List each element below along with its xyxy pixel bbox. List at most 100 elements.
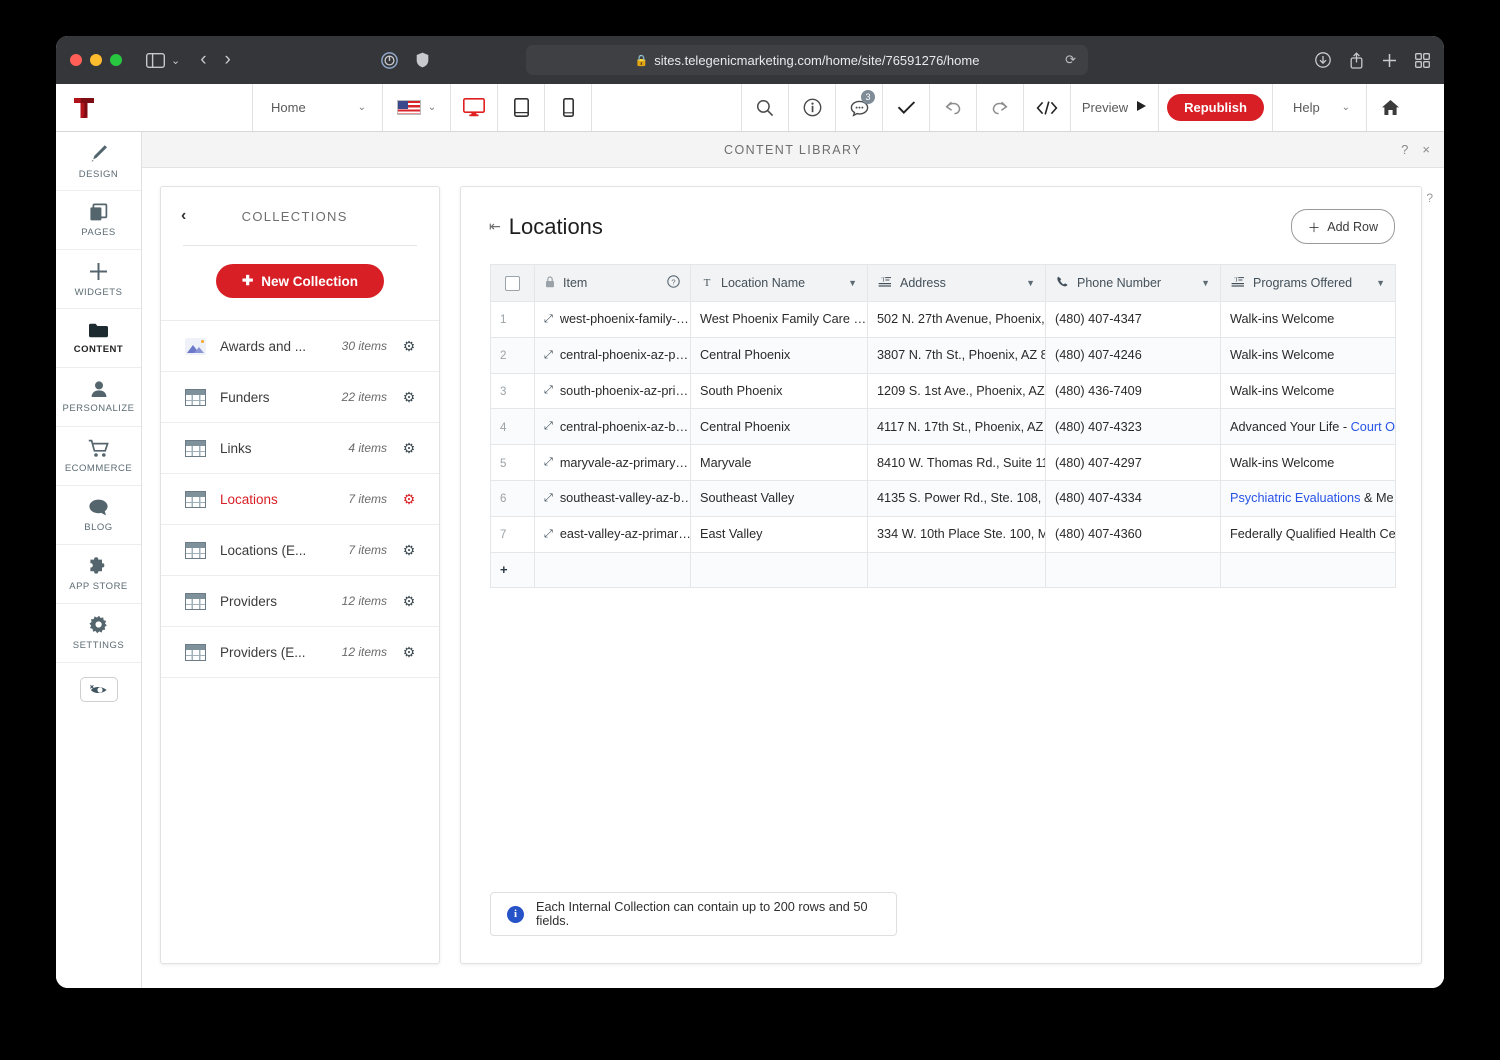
device-tablet-button[interactable] [498, 84, 545, 131]
preview-button[interactable]: Preview [1071, 84, 1159, 131]
redo-icon[interactable] [977, 84, 1024, 131]
cell-item[interactable]: ⤢ east-valley-az-primar… [534, 515, 691, 553]
sidebar-item-pages[interactable]: PAGES [56, 191, 141, 250]
list-item[interactable]: Links 4 items ⚙ [161, 423, 439, 474]
select-all-header[interactable] [490, 264, 535, 302]
sidebar-item-design[interactable]: DESIGN [56, 132, 141, 191]
list-item[interactable]: Awards and ... 30 items ⚙ [161, 321, 439, 372]
new-collection-button[interactable]: ✚ New Collection [215, 264, 385, 298]
sidebar-item-blog[interactable]: BLOG [56, 486, 141, 545]
cell-programs[interactable]: Advanced Your Life - Court Oı [1220, 408, 1396, 446]
expand-row-icon[interactable]: ⤢ [544, 349, 553, 362]
cell-item[interactable]: ⤢ south-phoenix-az-pri… [534, 372, 691, 410]
expand-row-icon[interactable]: ⤢ [544, 492, 553, 505]
cell-phone[interactable]: (480) 407-4334 [1045, 479, 1221, 517]
reload-icon[interactable]: ⟳ [1065, 52, 1076, 68]
sidebar-item-app-store[interactable]: APP STORE [56, 545, 141, 604]
cell-address[interactable]: 4135 S. Power Rd., Ste. 108, Me [867, 479, 1046, 517]
cell-programs[interactable]: Walk-ins Welcome [1220, 301, 1396, 338]
table-row[interactable]: 7 ⤢ east-valley-az-primar… East Valley 3… [490, 515, 1396, 553]
cell-programs[interactable]: Federally Qualified Health Ce [1220, 515, 1396, 553]
cell-address[interactable]: 4117 N. 17th St., Phoenix, AZ 85 [867, 408, 1046, 446]
privacy-shield-icon[interactable] [416, 52, 429, 68]
select-all-checkbox[interactable] [505, 275, 520, 291]
cell-phone[interactable]: (480) 407-4246 [1045, 336, 1221, 374]
add-row-cell[interactable]: + [490, 551, 535, 589]
device-mobile-button[interactable] [545, 84, 592, 131]
cell-phone[interactable]: (480) 407-4323 [1045, 408, 1221, 446]
cell-item[interactable]: ⤢ central-phoenix-az-b… [534, 408, 691, 446]
table-help-icon[interactable]: ? [1426, 191, 1433, 205]
sidebar-toggle-icon[interactable] [146, 52, 165, 68]
add-row-footer[interactable]: + [490, 551, 1396, 589]
cell-phone[interactable]: (480) 436-7409 [1045, 372, 1221, 410]
search-icon[interactable] [742, 84, 789, 131]
programs-link[interactable]: Court Oı [1351, 420, 1395, 434]
sidebar-item-settings[interactable]: SETTINGS [56, 604, 141, 663]
forward-arrow-icon[interactable]: › [225, 49, 231, 71]
cell-phone[interactable]: (480) 407-4297 [1045, 444, 1221, 481]
cell-phone[interactable]: (480) 407-4360 [1045, 515, 1221, 553]
table-row[interactable]: 3 ⤢ south-phoenix-az-pri… South Phoenix … [490, 372, 1396, 410]
caret-down-icon[interactable]: ▼ [1376, 278, 1385, 288]
list-item[interactable]: Providers (E... 12 items ⚙ [161, 627, 439, 678]
maximize-window-button[interactable] [110, 54, 122, 66]
cell-location-name[interactable]: Central Phoenix [690, 336, 868, 374]
cell-location-name[interactable]: Southeast Valley [690, 479, 868, 517]
cell-location-name[interactable]: East Valley [690, 515, 868, 553]
gear-icon[interactable]: ⚙ [401, 338, 417, 355]
republish-button[interactable]: Republish [1167, 94, 1264, 121]
caret-down-icon[interactable]: ▼ [848, 278, 857, 288]
cell-programs[interactable]: Walk-ins Welcome [1220, 336, 1396, 374]
cell-item[interactable]: ⤢ west-phoenix-family-… [534, 301, 691, 338]
cell-address[interactable]: 1209 S. 1st Ave., Phoenix, AZ 85 [867, 372, 1046, 410]
add-row-button[interactable]: ＋ Add Row [1290, 209, 1395, 244]
cell-address[interactable]: 334 W. 10th Place Ste. 100, Mes [867, 515, 1046, 553]
sidebar-item-personalize[interactable]: PERSONALIZE [56, 368, 141, 427]
table-row[interactable]: 4 ⤢ central-phoenix-az-b… Central Phoeni… [490, 408, 1396, 446]
gear-icon[interactable]: ⚙ [401, 491, 417, 508]
home-icon[interactable] [1367, 84, 1414, 131]
close-window-button[interactable] [70, 54, 82, 66]
programs-link[interactable]: Psychiatric Evaluations [1230, 491, 1360, 505]
sidebar-dropdown-icon[interactable]: ⌄ [171, 54, 180, 67]
expand-row-icon[interactable]: ⤢ [544, 313, 553, 326]
cell-location-name[interactable]: Maryvale [690, 444, 868, 481]
gear-icon[interactable]: ⚙ [401, 644, 417, 661]
code-icon[interactable] [1024, 84, 1071, 131]
plus-icon[interactable] [1382, 53, 1397, 68]
list-item-selected[interactable]: Locations 7 items ⚙ [161, 474, 439, 525]
gear-icon[interactable]: ⚙ [401, 440, 417, 457]
expand-row-icon[interactable]: ⤢ [544, 420, 553, 433]
address-bar[interactable]: 🔒 sites.telegenicmarketing.com/home/site… [526, 45, 1088, 75]
cell-location-name[interactable]: South Phoenix [690, 372, 868, 410]
cell-address[interactable]: 502 N. 27th Avenue, Phoenix, A [867, 301, 1046, 338]
comments-icon[interactable]: 3 [836, 84, 883, 131]
sidebar-item-widgets[interactable]: WIDGETS [56, 250, 141, 309]
help-menu[interactable]: Help ⌄ [1273, 84, 1367, 131]
cell-item[interactable]: ⤢ maryvale-az-primary… [534, 444, 691, 481]
check-icon[interactable] [883, 84, 930, 131]
column-phone-number[interactable]: Phone Number ▼ [1045, 264, 1221, 302]
table-row[interactable]: 6 ⤢ southeast-valley-az-b… Southeast Val… [490, 479, 1396, 517]
download-icon[interactable] [1315, 52, 1331, 68]
gear-icon[interactable]: ⚙ [401, 542, 417, 559]
cell-phone[interactable]: (480) 407-4347 [1045, 301, 1221, 338]
list-item[interactable]: Locations (E... 7 items ⚙ [161, 525, 439, 576]
page-selector[interactable]: Home ⌄ [253, 84, 383, 131]
gear-icon[interactable]: ⚙ [401, 389, 417, 406]
sidebar-item-ecommerce[interactable]: ECOMMERCE [56, 427, 141, 486]
hidden-eye-icon[interactable] [79, 677, 118, 702]
expand-row-icon[interactable]: ⤢ [544, 528, 553, 541]
expand-row-icon[interactable]: ⤢ [544, 384, 553, 397]
gear-icon[interactable]: ⚙ [401, 593, 417, 610]
cell-programs[interactable]: Psychiatric Evaluations & Me [1220, 479, 1396, 517]
caret-down-icon[interactable]: ▼ [1026, 278, 1035, 288]
cell-location-name[interactable]: West Phoenix Family Care … [690, 301, 868, 338]
table-row[interactable]: 1 ⤢ west-phoenix-family-… West Phoenix F… [490, 301, 1396, 338]
caret-down-icon[interactable]: ▼ [1201, 278, 1210, 288]
share-icon[interactable] [1349, 51, 1364, 69]
device-desktop-button[interactable] [451, 84, 498, 131]
table-row[interactable]: 5 ⤢ maryvale-az-primary… Maryvale 8410 W… [490, 444, 1396, 481]
library-help-icon[interactable]: ? [1401, 142, 1408, 157]
